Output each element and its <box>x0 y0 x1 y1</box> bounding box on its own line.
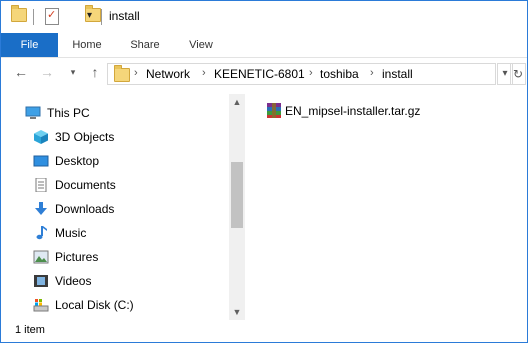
tab-file[interactable]: File <box>1 33 58 57</box>
scrollbar-thumb[interactable] <box>231 162 243 228</box>
download-icon <box>35 202 47 215</box>
sidebar-item-videos[interactable]: Videos <box>1 270 229 292</box>
chevron-right-icon[interactable]: › <box>309 67 313 79</box>
sidebar-item-local-disk[interactable]: Local Disk (C:) <box>1 294 229 316</box>
sidebar-item-pictures[interactable]: Pictures <box>1 246 229 268</box>
address-bar[interactable]: › Network › KEENETIC-6801 › toshiba › in… <box>107 63 496 85</box>
scroll-up-icon[interactable]: ▲ <box>229 94 245 110</box>
customize-toolbar-icon[interactable]: ▾ <box>87 10 92 21</box>
sidebar-item-3d-objects[interactable]: 3D Objects <box>1 126 229 148</box>
sidebar-item-label: Local Disk (C:) <box>55 298 134 312</box>
chevron-right-icon[interactable]: › <box>370 67 374 79</box>
refresh-icon[interactable]: ↻ <box>510 63 526 85</box>
explorer-window: ▾ install File Home Share View ← → ▾ ↑ ›… <box>0 0 528 343</box>
tab-home[interactable]: Home <box>65 33 109 57</box>
cube-icon <box>34 130 48 144</box>
file-list: EN_mipsel-installer.tar.gz <box>247 94 527 320</box>
window-title: install <box>109 9 140 23</box>
archive-icon <box>267 103 281 118</box>
arrow-right-icon[interactable]: → <box>39 64 55 80</box>
sidebar-item-desktop[interactable]: Desktop <box>1 150 229 172</box>
sidebar-item-label: Music <box>55 226 87 240</box>
sidebar-scrollbar[interactable]: ▲ ▼ <box>229 94 245 320</box>
navigation-bar: ← → ▾ ↑ › Network › KEENETIC-6801 › tosh… <box>1 58 527 88</box>
tab-share[interactable]: Share <box>123 33 167 57</box>
folder-icon <box>114 65 130 82</box>
navigation-pane: This PC 3D Objects Desktop Documents Dow… <box>1 94 246 320</box>
arrow-up-icon[interactable]: ↑ <box>87 64 103 80</box>
sidebar-item-this-pc[interactable]: This PC <box>1 102 229 124</box>
sidebar-item-downloads[interactable]: Downloads <box>1 198 229 220</box>
tab-view[interactable]: View <box>179 33 223 57</box>
title-bar: ▾ install <box>1 1 527 33</box>
sidebar-item-label: Desktop <box>55 154 100 168</box>
divider <box>101 9 102 25</box>
document-icon <box>35 178 47 192</box>
breadcrumb-install[interactable]: install <box>382 67 413 81</box>
picture-icon <box>33 250 49 264</box>
folder-icon <box>11 5 27 22</box>
chevron-down-icon[interactable]: ▾ <box>65 64 81 80</box>
divider <box>33 9 34 25</box>
computer-icon <box>25 106 41 119</box>
chevron-right-icon[interactable]: › <box>202 67 206 79</box>
sidebar-item-label: This PC <box>47 106 90 120</box>
sidebar-item-label: Documents <box>55 178 116 192</box>
breadcrumb-keenetic[interactable]: KEENETIC-6801 <box>214 67 305 81</box>
desktop-icon <box>33 155 49 167</box>
chevron-right-icon[interactable]: › <box>134 67 138 79</box>
music-note-icon <box>36 226 47 240</box>
arrow-left-icon[interactable]: ← <box>13 64 29 80</box>
sidebar-item-label: Downloads <box>55 202 115 216</box>
item-count: 1 item <box>15 324 45 336</box>
ribbon-tabs: File Home Share View <box>1 33 527 58</box>
breadcrumb-network[interactable]: Network <box>146 67 190 81</box>
sidebar-item-label: Pictures <box>55 250 99 264</box>
status-bar: 1 item <box>1 320 527 342</box>
sidebar-item-label: Videos <box>55 274 92 288</box>
properties-icon[interactable] <box>45 8 59 25</box>
drive-icon <box>33 299 49 312</box>
video-icon <box>34 275 48 287</box>
sidebar-item-music[interactable]: Music <box>1 222 229 244</box>
sidebar-item-documents[interactable]: Documents <box>1 174 229 196</box>
sidebar-item-label: 3D Objects <box>55 130 115 144</box>
file-name: EN_mipsel-installer.tar.gz <box>285 104 421 118</box>
scroll-down-icon[interactable]: ▼ <box>229 304 245 320</box>
breadcrumb-toshiba[interactable]: toshiba <box>320 67 359 81</box>
